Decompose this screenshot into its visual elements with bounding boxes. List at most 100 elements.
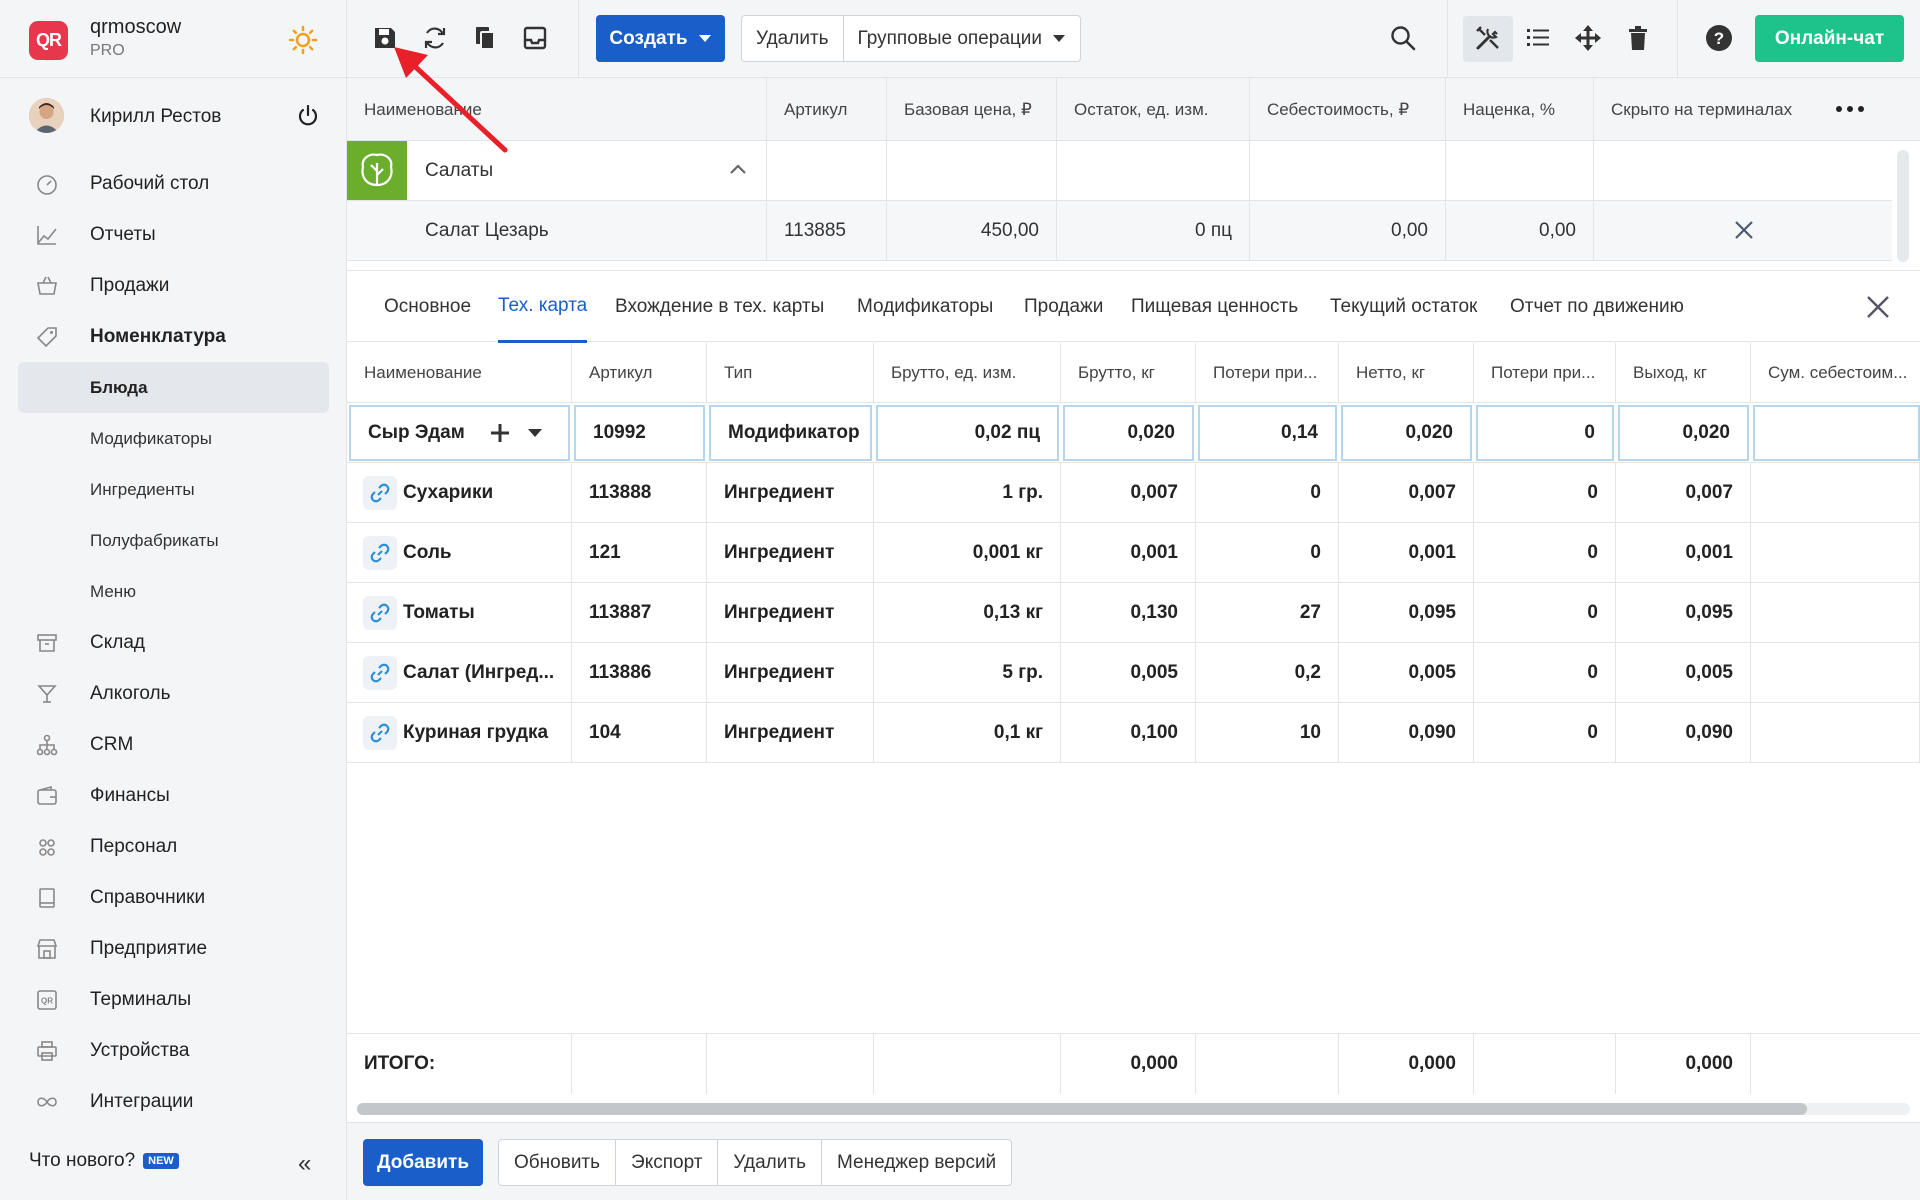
sidebar-item-warehouse[interactable]: Склад	[0, 617, 347, 668]
sidebar-item-alcohol[interactable]: Алкоголь	[0, 668, 347, 719]
tab-general[interactable]: Основное	[384, 271, 471, 343]
save-icon[interactable]	[369, 22, 401, 54]
loss-hot-field[interactable]: 0	[1476, 405, 1614, 461]
sidebar-item-sales[interactable]: Продажи	[0, 260, 347, 311]
tab-current-stock[interactable]: Текущий остаток	[1330, 271, 1477, 343]
tech-col-loss-cold[interactable]: Потери при...	[1196, 343, 1339, 403]
theme-toggle-icon[interactable]	[288, 25, 318, 55]
tech-col-name[interactable]: Наименование	[347, 343, 572, 403]
grid-vertical-scrollbar[interactable]	[1897, 150, 1909, 262]
tech-col-type[interactable]: Тип	[707, 343, 874, 403]
category-row-salads[interactable]: Салаты	[347, 141, 1892, 201]
tab-sales[interactable]: Продажи	[1024, 271, 1103, 343]
sidebar-item-reports[interactable]: Отчеты	[0, 209, 347, 260]
tech-card-edit-row[interactable]: Сыр Эдам 10992 Модификатор 0,02 пц 0,020…	[347, 403, 1920, 463]
brand-logo[interactable]: QR	[29, 21, 68, 60]
link-icon[interactable]	[363, 596, 397, 630]
loss-cold-field[interactable]: 0,14	[1198, 405, 1337, 461]
tech-col-total-cost[interactable]: Сум. себестоим...	[1751, 343, 1920, 403]
hidden-cross-icon[interactable]	[1733, 219, 1755, 241]
link-icon[interactable]	[363, 716, 397, 750]
tools-icon[interactable]	[1472, 22, 1504, 54]
tech-col-loss-hot[interactable]: Потери при...	[1474, 343, 1616, 403]
tab-tech-card[interactable]: Тех. карта	[498, 271, 588, 343]
tech-col-article[interactable]: Артикул	[572, 343, 707, 403]
whats-new-link[interactable]: Что нового? NEW	[29, 1150, 179, 1172]
sidebar-subitem-modifiers[interactable]: Модификаторы	[0, 413, 347, 464]
link-icon[interactable]	[363, 656, 397, 690]
group-operations-button[interactable]: Групповые операции	[844, 16, 1080, 61]
sidebar-subitem-dishes[interactable]: Блюда	[18, 362, 329, 413]
create-button[interactable]: Создать	[596, 15, 725, 62]
link-icon[interactable]	[363, 536, 397, 570]
delete-button[interactable]: Удалить	[742, 16, 844, 61]
net-kg-field[interactable]: 0,020	[1341, 405, 1472, 461]
ingredient-select[interactable]: Сыр Эдам	[349, 405, 570, 461]
close-icon[interactable]	[1862, 291, 1894, 323]
sidebar-item-staff[interactable]: Персонал	[0, 821, 347, 872]
delete-row-button[interactable]: Удалить	[718, 1140, 822, 1185]
sidebar-item-directories[interactable]: Справочники	[0, 872, 347, 923]
version-manager-button[interactable]: Менеджер версий	[822, 1140, 1011, 1185]
gross-unit-field[interactable]: 0,02 пц	[876, 405, 1059, 461]
link-icon[interactable]	[363, 476, 397, 510]
tech-col-net-kg[interactable]: Нетто, кг	[1339, 343, 1474, 403]
scrollbar-thumb[interactable]	[357, 1103, 1807, 1115]
refresh-button[interactable]: Обновить	[499, 1140, 617, 1185]
avatar[interactable]	[29, 98, 64, 133]
trash-icon[interactable]	[1622, 22, 1654, 54]
type-field[interactable]: Модификатор	[709, 405, 872, 461]
sidebar-item-finance[interactable]: Финансы	[0, 770, 347, 821]
grid-col-cost[interactable]: Себестоимость, ₽	[1250, 78, 1446, 141]
grid-col-stock[interactable]: Остаток, ед. изм.	[1057, 78, 1250, 141]
tech-col-gross-unit[interactable]: Брутто, ед. изм.	[874, 343, 1061, 403]
user-name[interactable]: Кирилл Рестов	[90, 106, 221, 128]
collapse-sidebar-icon[interactable]: «	[298, 1150, 311, 1178]
grid-col-price[interactable]: Базовая цена, ₽	[887, 78, 1057, 141]
tab-movement-report[interactable]: Отчет по движению	[1510, 271, 1684, 343]
list-icon[interactable]	[1522, 22, 1554, 54]
more-columns-icon[interactable]	[1835, 105, 1865, 113]
table-row[interactable]: Томаты 113887 Ингредиент 0,13 кг 0,130 27 0,09…	[347, 583, 1920, 643]
table-row[interactable]: Соль 121 Ингредиент 0,001 кг 0,001 0 0,001 0 0,0…	[347, 523, 1920, 583]
power-icon[interactable]	[296, 104, 320, 128]
sidebar-subitem-semifinished[interactable]: Полуфабрикаты	[0, 515, 347, 566]
grid-col-name[interactable]: Наименование	[347, 78, 767, 141]
online-chat-button[interactable]: Онлайн-чат	[1755, 15, 1904, 62]
sidebar-item-nomenclature[interactable]: Номенклатура	[0, 311, 347, 362]
plus-icon[interactable]	[489, 422, 511, 444]
grid-col-article[interactable]: Артикул	[767, 78, 887, 141]
yield-kg-field[interactable]: 0,020	[1618, 405, 1749, 461]
sidebar-item-enterprise[interactable]: Предприятие	[0, 923, 347, 974]
tab-tech-card-usage[interactable]: Вхождение в тех. карты	[615, 271, 824, 343]
sidebar-item-dashboard[interactable]: Рабочий стол	[0, 158, 347, 209]
move-icon[interactable]	[1572, 22, 1604, 54]
total-cost-field[interactable]	[1753, 405, 1920, 461]
caret-down-icon[interactable]	[527, 428, 543, 438]
table-row[interactable]: Салат Цезарь 113885 450,00 0 пц 0,00 0,0…	[347, 201, 1892, 261]
grid-col-hidden[interactable]: Скрыто на терминалах	[1594, 78, 1824, 141]
search-icon[interactable]	[1387, 22, 1419, 54]
sidebar-item-terminals[interactable]: QR Терминалы	[0, 974, 347, 1025]
gross-kg-field[interactable]: 0,020	[1063, 405, 1194, 461]
sidebar-subitem-ingredients[interactable]: Ингредиенты	[0, 464, 347, 515]
sidebar-item-integrations[interactable]: Интеграции	[0, 1076, 347, 1127]
refresh-icon[interactable]	[419, 22, 451, 54]
help-icon[interactable]: ?	[1703, 22, 1735, 54]
horizontal-scrollbar[interactable]	[357, 1103, 1910, 1115]
table-row[interactable]: Сухарики 113888 Ингредиент 1 гр. 0,007 0 0,007…	[347, 463, 1920, 523]
add-button[interactable]: Добавить	[363, 1139, 483, 1186]
table-row[interactable]: Куриная грудка 104 Ингредиент 0,1 кг 0,100 10…	[347, 703, 1920, 763]
copy-icon[interactable]	[469, 22, 501, 54]
table-row[interactable]: Салат (Ингред... 113886 Ингредиент 5 гр. 0,0…	[347, 643, 1920, 703]
tech-col-yield-kg[interactable]: Выход, кг	[1616, 343, 1751, 403]
tech-col-gross-kg[interactable]: Брутто, кг	[1061, 343, 1196, 403]
sidebar-item-devices[interactable]: Устройства	[0, 1025, 347, 1076]
inbox-icon[interactable]	[519, 22, 551, 54]
chevron-up-icon[interactable]	[729, 163, 747, 175]
sidebar-item-crm[interactable]: CRM	[0, 719, 347, 770]
export-button[interactable]: Экспорт	[616, 1140, 719, 1185]
tab-nutrition[interactable]: Пищевая ценность	[1131, 271, 1298, 343]
sidebar-subitem-menu[interactable]: Меню	[0, 566, 347, 617]
article-field[interactable]: 10992	[574, 405, 705, 461]
